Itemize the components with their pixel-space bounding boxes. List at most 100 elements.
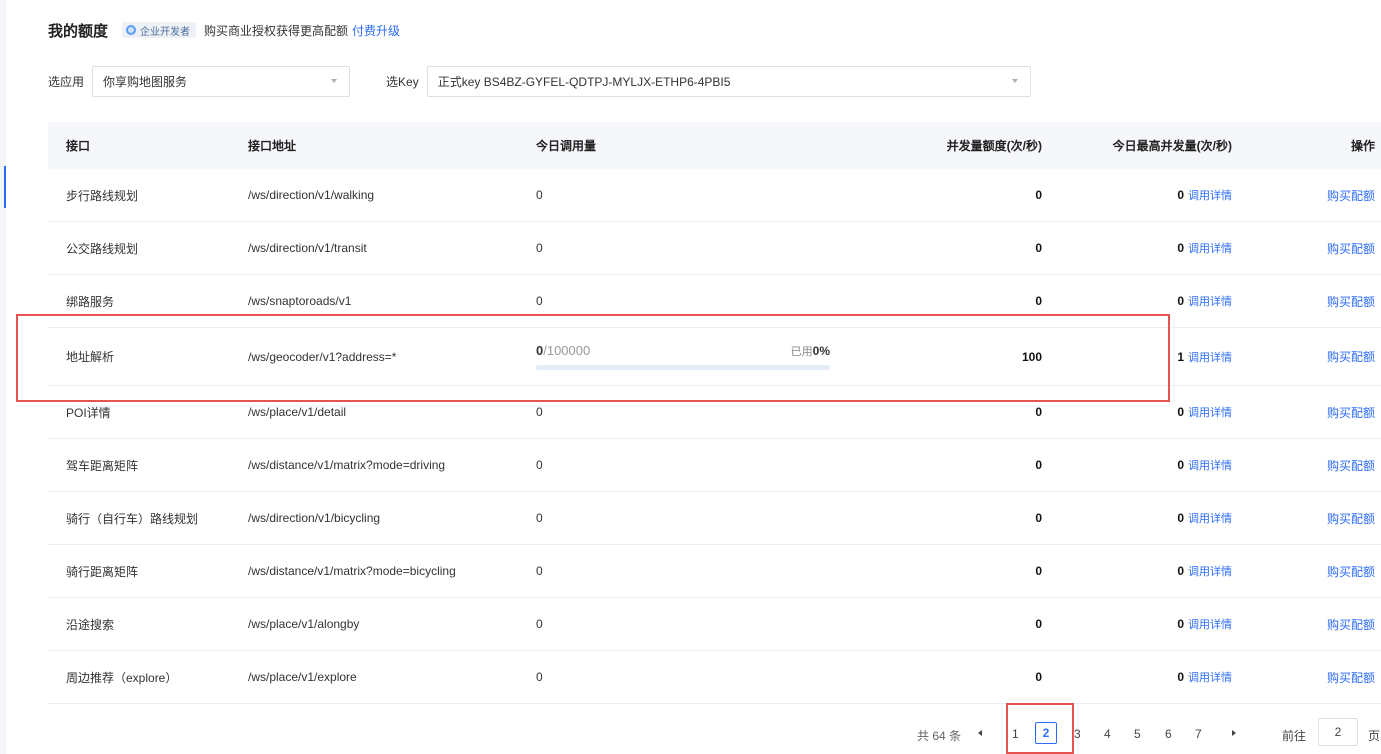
page-number-current[interactable]: 2 (1035, 722, 1057, 744)
peak-cell: 0 调用详情 (1042, 404, 1232, 420)
column-header: 操作 (1350, 139, 1375, 153)
action-cell: 购买配额 (1232, 404, 1381, 421)
table-row: 驾车距离矩阵/ws/distance/v1/matrix?mode=drivin… (48, 439, 1381, 492)
page-number[interactable]: 7 (1195, 727, 1202, 741)
call-detail-link[interactable]: 调用详情 (1188, 513, 1232, 525)
call-detail-link[interactable]: 调用详情 (1188, 460, 1232, 472)
page-number[interactable]: 5 (1134, 727, 1141, 741)
buy-quota-link[interactable]: 购买配额 (1327, 189, 1375, 203)
column-header: 接口地址 (248, 139, 297, 153)
key-select-label: 选Key (386, 75, 419, 89)
action-cell: 购买配额 (1232, 348, 1381, 365)
call-detail-link[interactable]: 调用详情 (1188, 672, 1232, 684)
key-select-value: 正式key BS4BZ-GYFEL-QDTPJ-MYLJX-ETHP6-4PBI… (437, 75, 731, 89)
usage-total: /100000 (543, 343, 591, 358)
quota-value: 0 (1035, 294, 1042, 308)
action-cell: 购买配额 (1232, 510, 1381, 527)
api-path: /ws/place/v1/explore (248, 670, 357, 684)
calls-cell: 0 (536, 670, 543, 684)
api-path: /ws/place/v1/alongby (248, 617, 360, 631)
api-name: POI详情 (66, 405, 111, 420)
left-rail-indicator (4, 166, 6, 208)
buy-quota-link[interactable]: 购买配额 (1327, 459, 1375, 473)
call-detail-link[interactable]: 调用详情 (1188, 407, 1232, 419)
calls-cell: 0 (536, 511, 543, 525)
peak-value: 0 (1177, 670, 1184, 684)
buy-quota-link[interactable]: 购买配额 (1327, 242, 1375, 256)
table-row: POI详情/ws/place/v1/detail 0 0 0 调用详情 购买配额 (48, 386, 1381, 439)
call-detail-link[interactable]: 调用详情 (1188, 352, 1232, 364)
peak-value: 0 (1177, 458, 1184, 472)
column-header: 并发量额度(次/秒) (946, 139, 1042, 153)
api-name: 周边推荐（explore） (66, 670, 178, 685)
usage-percent: 0% (812, 344, 830, 358)
page-number[interactable]: 6 (1165, 727, 1172, 741)
call-detail-link[interactable]: 调用详情 (1188, 190, 1232, 202)
table-row: 绑路服务/ws/snaptoroads/v1 0 0 0 调用详情 购买配额 (48, 275, 1381, 328)
buy-quota-link[interactable]: 购买配额 (1327, 295, 1375, 309)
filter-bar: 选应用 你享购地图服务 选Key 正式key BS4BZ-GYFEL-QDTPJ… (48, 66, 1031, 97)
buy-quota-link[interactable]: 购买配额 (1327, 671, 1375, 685)
app-select-value: 你享购地图服务 (103, 75, 188, 89)
call-detail-link[interactable]: 调用详情 (1188, 566, 1232, 578)
left-rail (0, 0, 6, 754)
quota-value: 0 (1035, 670, 1042, 684)
buy-quota-link[interactable]: 购买配额 (1327, 406, 1375, 420)
pagination: 共 64 条 1 2 3 4 5 6 7 前往 页 (0, 718, 1381, 746)
peak-cell: 0 调用详情 (1042, 563, 1232, 579)
peak-cell: 0 调用详情 (1042, 293, 1232, 309)
buy-quota-link[interactable]: 购买配额 (1327, 565, 1375, 579)
buy-quota-link[interactable]: 购买配额 (1327, 618, 1375, 632)
peak-cell: 0 调用详情 (1042, 510, 1232, 526)
api-path: /ws/geocoder/v1?address=* (248, 349, 397, 364)
api-path: /ws/direction/v1/bicycling (248, 511, 381, 525)
peak-cell: 0 调用详情 (1042, 187, 1232, 203)
api-name: 绑路服务 (66, 294, 115, 309)
calls-cell: 0 (536, 405, 543, 419)
action-cell: 购买配额 (1232, 187, 1381, 204)
peak-value: 0 (1177, 511, 1184, 525)
column-header: 接口 (66, 139, 91, 153)
call-detail-link[interactable]: 调用详情 (1188, 619, 1232, 631)
key-select[interactable]: 正式key BS4BZ-GYFEL-QDTPJ-MYLJX-ETHP6-4PBI… (426, 66, 1031, 97)
badge-label: 企业开发者 (140, 26, 191, 38)
page-title: 我的额度 (48, 22, 109, 40)
api-path: /ws/distance/v1/matrix?mode=driving (248, 458, 446, 472)
api-name: 沿途搜索 (66, 617, 115, 632)
goto-page-input[interactable] (1318, 718, 1358, 746)
page-number[interactable]: 4 (1104, 727, 1111, 741)
calls-cell: 0 (536, 458, 543, 472)
quota-value: 0 (1035, 405, 1042, 419)
next-page-icon[interactable] (1232, 730, 1236, 736)
table-row: 沿途搜索/ws/place/v1/alongby 0 0 0 调用详情 购买配额 (48, 598, 1381, 651)
app-select-label: 选应用 (48, 75, 85, 89)
total-count: 共 64 条 (917, 729, 962, 743)
table-row: 地址解析/ws/geocoder/v1?address=* 0/100000 已用0… (48, 328, 1381, 386)
api-name: 骑行距离矩阵 (66, 564, 139, 579)
page-number[interactable]: 1 (1012, 727, 1019, 741)
peak-value: 1 (1177, 349, 1184, 364)
prev-page-icon[interactable] (978, 730, 982, 736)
calls-cell: 0 (536, 294, 543, 308)
call-detail-link[interactable]: 调用详情 (1188, 243, 1232, 255)
peak-cell: 0 调用详情 (1042, 616, 1232, 632)
chevron-down-icon (1011, 79, 1018, 83)
peak-value: 0 (1177, 294, 1184, 308)
table-row: 公交路线规划/ws/direction/v1/transit 0 0 0 调用详情 购买配… (48, 222, 1381, 275)
buy-quota-link[interactable]: 购买配额 (1327, 512, 1375, 526)
upgrade-link[interactable]: 付费升级 (352, 22, 400, 39)
action-cell: 购买配额 (1232, 616, 1381, 633)
calls-cell: 0/100000 已用0% (536, 343, 836, 370)
call-detail-link[interactable]: 调用详情 (1188, 296, 1232, 308)
peak-cell: 0 调用详情 (1042, 240, 1232, 256)
buy-quota-link[interactable]: 购买配额 (1327, 350, 1375, 364)
api-name: 公交路线规划 (66, 241, 139, 256)
table-body: 步行路线规划/ws/direction/v1/walking 0 0 0 调用详情 购买配… (48, 169, 1381, 704)
action-cell: 购买配额 (1232, 293, 1381, 310)
calls-cell: 0 (536, 188, 543, 202)
peak-value: 0 (1177, 188, 1184, 202)
calls-cell: 0 (536, 241, 543, 255)
goto-suffix: 页 (1368, 729, 1381, 743)
page-number[interactable]: 3 (1074, 727, 1081, 741)
app-select[interactable]: 你享购地图服务 (92, 66, 351, 97)
